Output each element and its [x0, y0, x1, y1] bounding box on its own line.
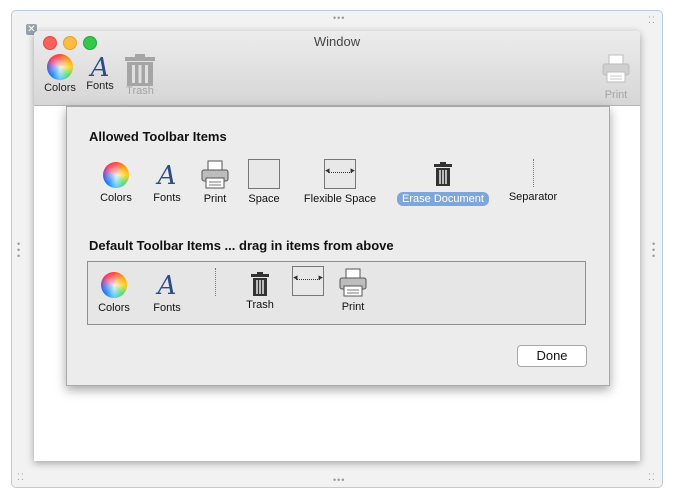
default-item-trash[interactable]: Trash [240, 272, 280, 311]
palette-item-label: Print [341, 301, 365, 313]
default-item-fonts[interactable]: A Fonts [147, 272, 187, 314]
allowed-item-print[interactable]: Print [195, 160, 235, 205]
window-title: Window [313, 34, 361, 49]
done-button[interactable]: Done [517, 345, 587, 367]
customize-toolbar-sheet: Allowed Toolbar Items Colors A Fonts Pri… [66, 106, 610, 386]
trash-icon [251, 272, 269, 296]
trash-icon [434, 162, 452, 186]
default-item-print[interactable]: Print [333, 268, 373, 313]
toolbar-item-label: Trash [126, 85, 154, 97]
separator-icon [214, 268, 216, 296]
toolbar-fonts-button[interactable]: A Fonts [78, 54, 122, 92]
font-icon: A [157, 161, 177, 191]
default-items-title: Default Toolbar Items ... drag in items … [89, 238, 394, 253]
toolbar-item-label: Colors [44, 82, 76, 94]
allowed-item-erase-document[interactable]: Erase Document [394, 162, 492, 206]
allowed-items-title: Allowed Toolbar Items [89, 129, 227, 144]
font-icon: A [157, 271, 177, 301]
font-icon: A [90, 53, 110, 83]
default-item-colors[interactable]: Colors [94, 272, 134, 314]
window-titlebar: Window Colors A Fonts Trash Print [34, 31, 640, 106]
palette-item-label-selected: Erase Document [397, 192, 489, 206]
palette-item-label: Print [203, 193, 227, 205]
bottom-left-corner-icon[interactable]: ⁚⁚ [17, 473, 25, 482]
allowed-item-colors[interactable]: Colors [96, 162, 136, 204]
palette-item-label: Colors [98, 302, 130, 314]
allowed-item-separator[interactable]: Separator [503, 159, 563, 203]
bottom-resize-handle-icon[interactable]: ••• [333, 476, 345, 485]
separator-icon [532, 159, 534, 187]
space-icon [248, 159, 280, 189]
color-wheel-icon [103, 162, 129, 188]
palette-item-label: Space [248, 193, 280, 205]
bottom-right-corner-icon[interactable]: ⁚⁚ [648, 473, 656, 482]
print-icon [339, 268, 367, 297]
allowed-item-fonts[interactable]: A Fonts [147, 162, 187, 204]
toolbar-item-label: Print [604, 89, 628, 101]
palette-item-label: Trash [246, 299, 274, 311]
print-icon [602, 54, 630, 83]
default-item-separator[interactable] [205, 268, 225, 296]
toolbar-colors-button[interactable]: Colors [38, 54, 82, 94]
color-wheel-icon [47, 54, 73, 80]
top-right-corner-icon[interactable]: ⁚⁚ [648, 16, 656, 25]
flexible-space-icon [324, 159, 356, 189]
palette-item-label: Flexible Space [303, 193, 377, 205]
allowed-item-flexible-space[interactable]: Flexible Space [300, 159, 380, 205]
toolbar-item-label: Fonts [86, 80, 114, 92]
allowed-item-space[interactable]: Space [244, 159, 284, 205]
default-items-drop-area[interactable]: Colors A Fonts Trash ◂ ▸ Print [87, 261, 586, 325]
default-item-flexible-space[interactable] [291, 266, 325, 296]
trash-icon [125, 54, 155, 86]
top-resize-handle-icon[interactable]: ••• [333, 14, 345, 23]
toolbar-trash-button[interactable]: Trash [118, 54, 162, 97]
left-resize-handle-icon[interactable]: • • • [17, 240, 21, 261]
right-resize-handle-icon[interactable]: • • • [652, 240, 656, 261]
toolbar-print-button[interactable]: Print [594, 54, 638, 101]
print-icon [201, 160, 229, 189]
color-wheel-icon [101, 272, 127, 298]
palette-item-label: Fonts [153, 192, 181, 204]
palette-item-label: Separator [508, 191, 558, 203]
palette-item-label: Colors [100, 192, 132, 204]
flexible-space-icon [292, 266, 324, 296]
palette-item-label: Fonts [153, 302, 181, 314]
